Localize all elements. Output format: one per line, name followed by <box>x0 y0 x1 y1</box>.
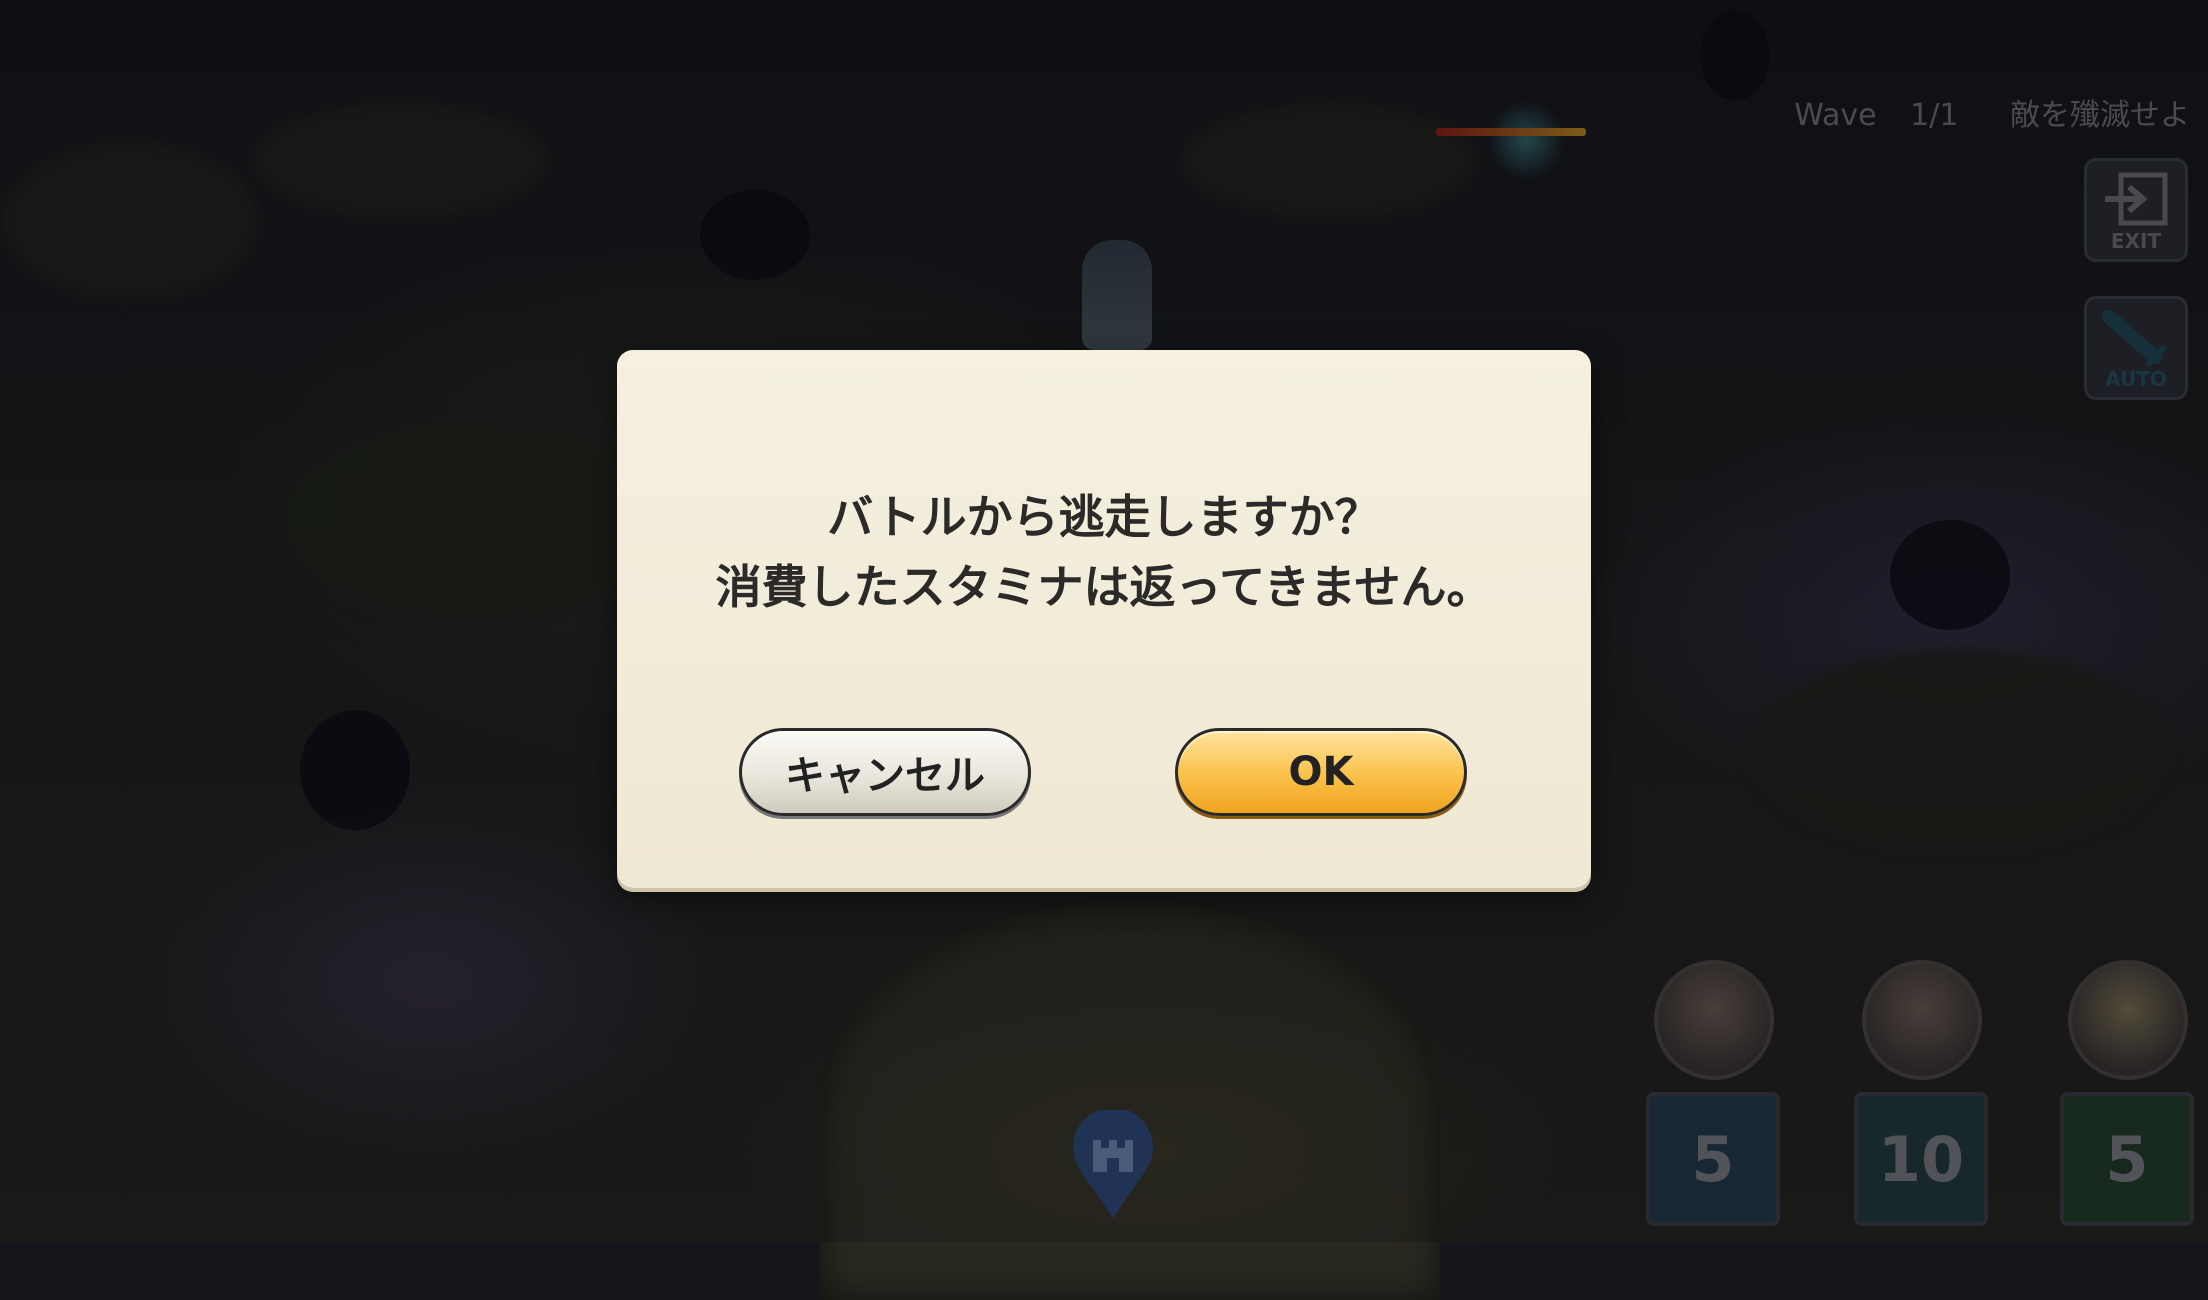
dialog-message-line-1: バトルから逃走しますか？ <box>827 490 1381 544</box>
escape-confirm-dialog: バトルから逃走しますか？ 消費したスタミナは返ってきません。 キャンセル OK <box>617 350 1591 888</box>
ok-button[interactable]: OK <box>1175 728 1467 816</box>
cancel-button[interactable]: キャンセル <box>739 728 1031 816</box>
dialog-message-line-2: 消費したスタミナは返ってきません。 <box>715 560 1493 614</box>
dialog-message: バトルから逃走しますか？ 消費したスタミナは返ってきません。 <box>617 482 1591 622</box>
